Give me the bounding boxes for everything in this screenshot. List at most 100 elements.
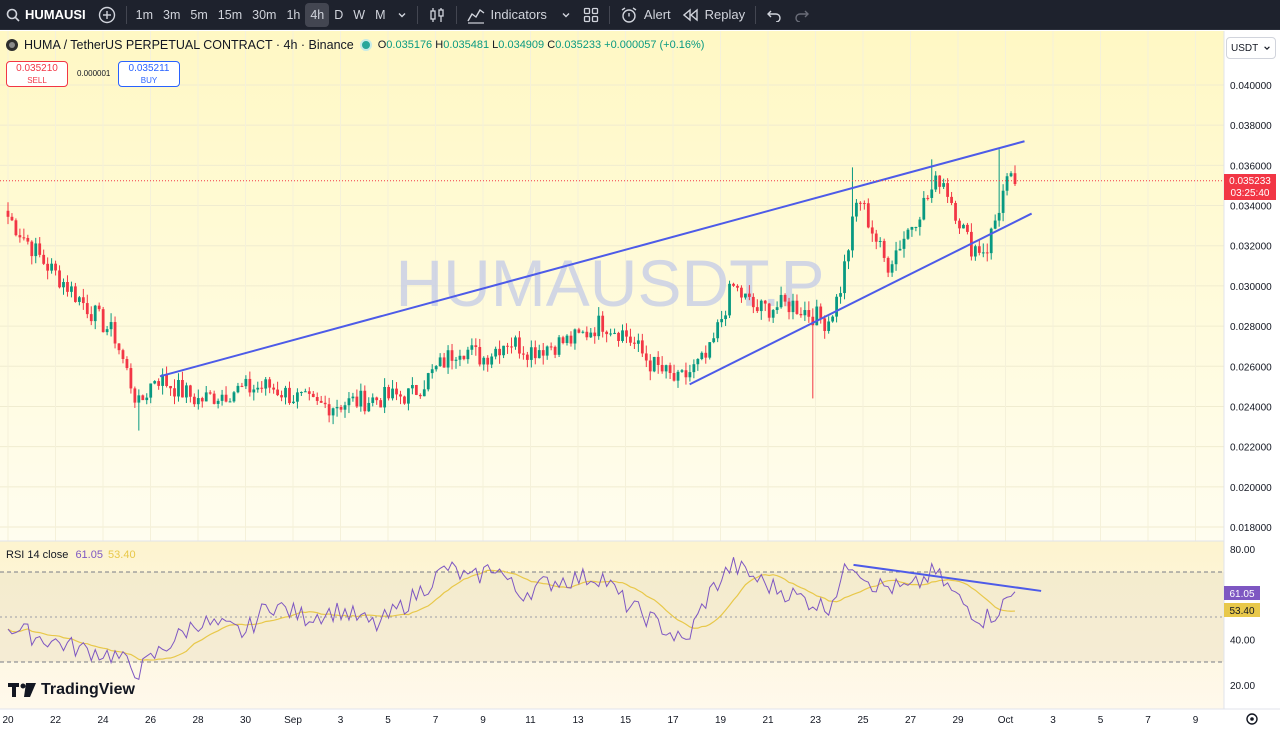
candle-body bbox=[212, 393, 216, 404]
candle-body bbox=[652, 356, 656, 372]
candle-body bbox=[728, 283, 731, 316]
candle-body bbox=[38, 243, 42, 255]
time-tick-label: 19 bbox=[715, 715, 727, 726]
candle-body bbox=[454, 359, 458, 361]
time-tick-label: 25 bbox=[857, 715, 869, 726]
ohlc-values: O0.035176 H0.035481 L0.034909 C0.035233 … bbox=[378, 39, 705, 51]
candle-body bbox=[962, 224, 965, 229]
candle-body bbox=[565, 335, 569, 344]
chart-canvas[interactable]: HUMAUSDT.P 0.0400000.0380000.0360000.034… bbox=[0, 0, 1280, 729]
candle-body bbox=[101, 309, 105, 333]
candle-body bbox=[843, 261, 846, 294]
candle-body bbox=[335, 407, 339, 409]
candle-body bbox=[862, 203, 866, 205]
candle-body bbox=[922, 197, 926, 220]
time-tick-label: 23 bbox=[810, 715, 822, 726]
time-tick-label: 26 bbox=[145, 715, 157, 726]
candle-body bbox=[177, 379, 180, 397]
candle-body bbox=[676, 371, 680, 381]
time-tick-label: 9 bbox=[480, 715, 486, 726]
candle-body bbox=[569, 335, 573, 344]
candle-body bbox=[636, 340, 640, 344]
candle-body bbox=[288, 387, 291, 404]
candle-body bbox=[62, 282, 65, 288]
candle-body bbox=[914, 226, 918, 228]
candle-body bbox=[704, 352, 708, 358]
candle-body bbox=[514, 337, 517, 347]
price-axis[interactable] bbox=[1224, 31, 1280, 729]
symbol-legend: HUMA / TetherUS PERPETUAL CONTRACT · 4h … bbox=[6, 38, 704, 52]
gear-icon-center bbox=[1250, 717, 1254, 721]
currency-select[interactable]: USDT bbox=[1226, 37, 1276, 59]
candle-body bbox=[724, 315, 727, 320]
candle-body bbox=[379, 400, 383, 408]
candle-body bbox=[10, 216, 14, 221]
sell-button[interactable]: 0.035210 SELL bbox=[6, 61, 68, 87]
candle-body bbox=[783, 294, 787, 302]
price-tick-label: 0.034000 bbox=[1230, 202, 1272, 213]
candle-body bbox=[847, 250, 850, 262]
candle-body bbox=[169, 385, 172, 389]
candle-body bbox=[866, 203, 870, 228]
candle-body bbox=[795, 300, 799, 314]
candle-body bbox=[506, 345, 509, 347]
candle-body bbox=[165, 374, 168, 386]
candle-body bbox=[621, 330, 624, 341]
candle-body bbox=[276, 389, 279, 396]
candle-body bbox=[268, 379, 272, 388]
candle-body bbox=[835, 296, 838, 317]
candle-body bbox=[882, 240, 886, 258]
price-tick-label: 0.028000 bbox=[1230, 322, 1272, 333]
candle-body bbox=[185, 385, 188, 398]
rsi-title[interactable]: RSI 14 close bbox=[6, 549, 68, 561]
candle-body bbox=[664, 365, 668, 372]
candle-body bbox=[248, 378, 252, 393]
time-tick-label: 3 bbox=[338, 715, 344, 726]
price-tick-label: 0.024000 bbox=[1230, 402, 1272, 413]
candle-body bbox=[232, 392, 236, 402]
candle-body bbox=[272, 387, 276, 390]
candle-body bbox=[997, 212, 1001, 221]
symbol-title[interactable]: HUMA / TetherUS PERPETUAL CONTRACT · 4h … bbox=[24, 38, 354, 52]
candle-body bbox=[311, 393, 315, 398]
candle-body bbox=[137, 395, 141, 403]
candle-body bbox=[1009, 173, 1013, 177]
candle-body bbox=[395, 388, 398, 395]
candle-body bbox=[672, 373, 676, 381]
candle-body bbox=[280, 395, 283, 398]
candle-body bbox=[712, 338, 716, 343]
candle-body bbox=[736, 285, 739, 288]
candle-body bbox=[779, 294, 783, 308]
candle-body bbox=[918, 219, 922, 227]
candle-body bbox=[200, 398, 204, 402]
candle-body bbox=[775, 307, 779, 311]
candle-body bbox=[240, 385, 244, 387]
candle-body bbox=[129, 368, 133, 389]
candle-body bbox=[759, 300, 763, 312]
close-label: C bbox=[547, 39, 556, 51]
candle-body bbox=[870, 227, 874, 234]
time-tick-label: 5 bbox=[385, 715, 391, 726]
candle-body bbox=[629, 336, 632, 343]
candle-body bbox=[827, 321, 831, 331]
candle-body bbox=[625, 330, 628, 337]
candle-body bbox=[105, 329, 109, 333]
coin-logo-icon bbox=[6, 39, 18, 51]
tradingview-logo[interactable]: TradingView bbox=[8, 681, 135, 699]
candle-body bbox=[85, 303, 89, 315]
candle-body bbox=[407, 388, 410, 404]
candle-body bbox=[633, 342, 636, 344]
candle-body bbox=[478, 347, 482, 365]
candle-body bbox=[680, 370, 684, 372]
candle-body bbox=[387, 386, 390, 399]
time-tick-label: 13 bbox=[572, 715, 584, 726]
candle-body bbox=[819, 306, 823, 319]
candle-body bbox=[228, 401, 232, 403]
high-value: 0.035481 bbox=[443, 39, 490, 51]
candle-body bbox=[839, 293, 842, 297]
candle-body bbox=[113, 322, 117, 344]
close-value: 0.035233 bbox=[555, 39, 602, 51]
buy-button[interactable]: 0.035211 BUY bbox=[118, 61, 180, 87]
candle-body bbox=[934, 175, 938, 190]
candle-body bbox=[224, 394, 228, 402]
